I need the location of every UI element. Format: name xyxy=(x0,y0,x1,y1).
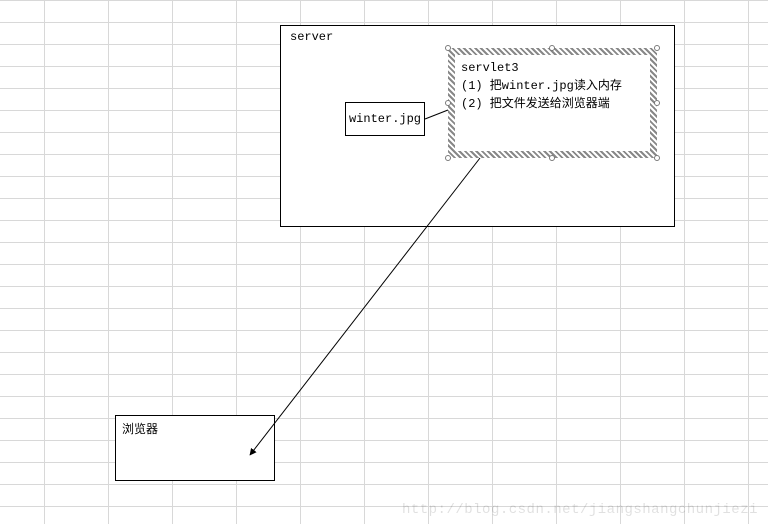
servlet-line2: (2) 把文件发送给浏览器端 xyxy=(461,95,644,113)
server-label: server xyxy=(290,30,333,44)
resize-handle[interactable] xyxy=(654,45,660,51)
servlet-box[interactable]: servlet3 (1) 把winter.jpg读入内存 (2) 把文件发送给浏… xyxy=(455,55,650,151)
resize-handle[interactable] xyxy=(445,155,451,161)
watermark: http://blog.csdn.net/jiangshangchunjiezi xyxy=(402,502,758,518)
resize-handle[interactable] xyxy=(654,100,660,106)
servlet-line1: (1) 把winter.jpg读入内存 xyxy=(461,77,644,95)
file-label: winter.jpg xyxy=(349,112,421,126)
servlet-title: servlet3 xyxy=(461,59,644,77)
resize-handle[interactable] xyxy=(549,155,555,161)
browser-label: 浏览器 xyxy=(122,422,158,436)
resize-handle[interactable] xyxy=(445,100,451,106)
resize-handle[interactable] xyxy=(445,45,451,51)
resize-handle[interactable] xyxy=(654,155,660,161)
resize-handle[interactable] xyxy=(549,45,555,51)
file-box: winter.jpg xyxy=(345,102,425,136)
browser-box: 浏览器 xyxy=(115,415,275,481)
